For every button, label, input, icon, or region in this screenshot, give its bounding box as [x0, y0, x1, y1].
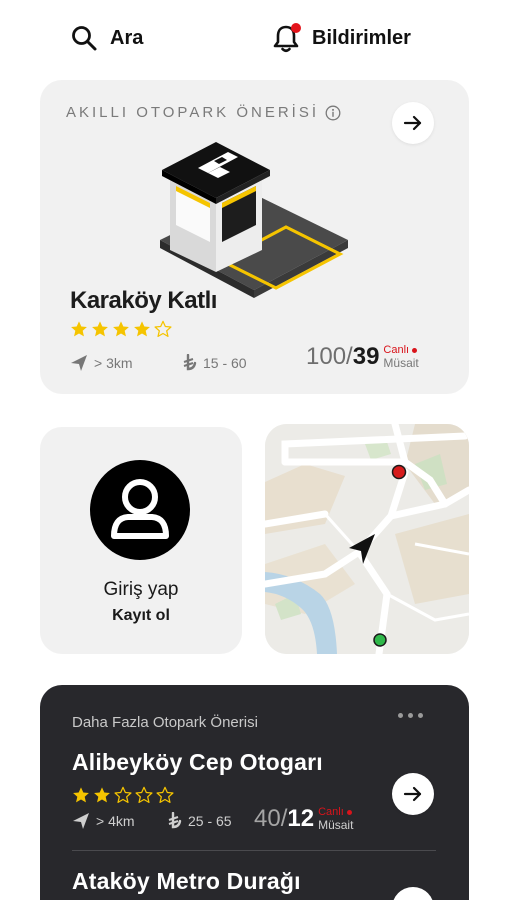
price-text: 15 - 60 — [203, 355, 247, 371]
search-icon — [72, 26, 97, 51]
signup-link[interactable]: Kayıt ol — [40, 607, 242, 625]
star-empty-icon — [156, 786, 174, 804]
map-preview[interactable] — [265, 424, 469, 654]
suggestion-arrow-button[interactable] — [392, 773, 434, 815]
star-filled-icon — [92, 321, 108, 337]
capacity-total: 40 — [254, 805, 281, 832]
search-button[interactable]: Ara — [70, 18, 143, 58]
smart-suggestion-title-text: AKILLI OTOPARK ÖNERİSİ — [66, 104, 320, 121]
capacity-slash: / — [346, 343, 353, 370]
available-label: Müsait — [383, 356, 419, 370]
star-filled-icon — [134, 321, 150, 337]
top-bar: Ara Bildirimler — [0, 0, 507, 78]
parking-booth-illustration — [160, 142, 348, 298]
capacity-slash: / — [280, 805, 288, 832]
smart-suggestion-name: Karaköy Katlı — [70, 287, 217, 314]
suggestion-name[interactable]: Ataköy Metro Durağı — [72, 868, 301, 895]
capacity-total: 100 — [306, 343, 347, 370]
star-empty-icon — [154, 320, 172, 338]
star-filled-icon — [71, 321, 87, 337]
smart-suggestion-title: AKILLI OTOPARK ÖNERİSİ — [66, 104, 341, 121]
star-empty-icon — [114, 786, 132, 804]
live-dot — [412, 348, 418, 353]
map-graphic — [265, 424, 469, 654]
smart-suggestion-arrow-button[interactable] — [392, 102, 434, 144]
notification-badge — [291, 23, 301, 33]
more-options-icon[interactable] — [398, 713, 423, 718]
distance-text: > 3km — [94, 355, 133, 371]
arrow-right-icon — [403, 786, 422, 802]
available-label: Müsait — [318, 818, 354, 832]
rating-stars — [70, 320, 172, 338]
price-text: 25 - 65 — [188, 813, 232, 829]
distance-info: > 4km — [72, 812, 135, 830]
price-info: 15 - 60 — [183, 354, 247, 372]
lira-icon — [183, 354, 197, 371]
search-label: Ara — [110, 26, 144, 49]
star-filled-icon — [73, 787, 89, 803]
live-dot — [346, 810, 352, 815]
star-filled-icon — [113, 321, 129, 337]
distance-text: > 4km — [96, 813, 135, 829]
login-card[interactable]: Giriş yap Kayıt ol — [40, 427, 242, 654]
capacity-available: 39 — [352, 343, 380, 370]
capacity-available: 12 — [287, 805, 315, 832]
lira-icon — [168, 812, 182, 829]
capacity-info: 40 / 12 Canlı Müsait — [254, 806, 353, 832]
price-info: 25 - 65 — [168, 812, 232, 830]
more-suggestions-title: Daha Fazla Otopark Önerisi — [72, 714, 258, 731]
more-suggestions-card: Daha Fazla Otopark Önerisi Alibeyköy Cep… — [40, 685, 469, 900]
rating-stars — [72, 786, 174, 804]
suggestion-arrow-button[interactable] — [392, 887, 434, 900]
star-filled-icon — [94, 787, 110, 803]
distance-info: > 3km — [70, 354, 133, 372]
smart-parking-card[interactable]: AKILLI OTOPARK ÖNERİSİ Karaköy Katlı > 3… — [40, 80, 469, 394]
arrow-right-icon — [403, 115, 422, 131]
divider — [72, 850, 436, 851]
suggestion-name[interactable]: Alibeyköy Cep Otogarı — [72, 749, 323, 776]
user-avatar-icon — [90, 460, 190, 560]
navigation-arrow-icon — [71, 355, 87, 371]
capacity-info: 100 / 39 Canlı Müsait — [306, 344, 419, 370]
notifications-label: Bildirimler — [312, 26, 411, 49]
navigation-arrow-icon — [73, 813, 89, 829]
star-empty-icon — [135, 786, 153, 804]
signin-link[interactable]: Giriş yap — [40, 579, 242, 601]
info-icon[interactable] — [325, 105, 341, 121]
notifications-button[interactable]: Bildirimler — [272, 18, 411, 58]
